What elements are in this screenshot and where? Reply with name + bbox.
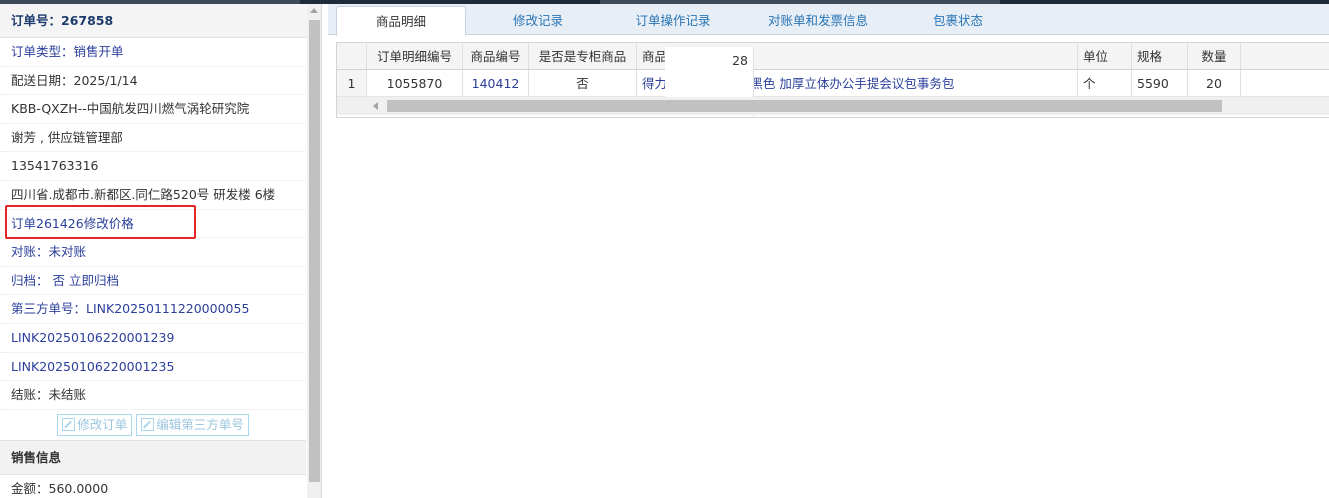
column-header-detail-id[interactable]: 订单明细编号: [367, 43, 463, 69]
horizontal-scrollbar-thumb[interactable]: [387, 100, 1222, 112]
settlement-status-field: 结账：未结账: [0, 381, 306, 410]
quantity-cell: 20: [1188, 70, 1241, 96]
table-row[interactable]: 1 1055870 140412 否 得力（deli） 5590黑色 加厚立体办…: [337, 47, 1329, 117]
tab-package-status[interactable]: 包裹状态: [903, 6, 1013, 36]
grid-horizontal-scrollbar[interactable]: [337, 97, 1329, 115]
third-party-number-3[interactable]: LINK20250106220001235: [0, 353, 306, 382]
column-header-product-id[interactable]: 商品编号: [463, 43, 529, 69]
order-type-field[interactable]: 订单类型：销售开单: [0, 38, 306, 67]
amount-field: 金额：560.0000: [0, 475, 306, 498]
order-info-panel: 订单号：267858 订单类型：销售开单 配送日期：2025/1/14 KBB-QX…: [0, 4, 322, 498]
tab-order-operation-log[interactable]: 订单操作记录: [613, 6, 733, 36]
grid-header: 订单明细编号 商品编号 是否是专柜商品 商品名称 单位 规格 数量 单价: [337, 43, 1329, 117]
edit-third-party-number-button[interactable]: 编辑第三方单号: [136, 413, 249, 436]
edit-third-party-label: 编辑第三方单号: [156, 416, 244, 432]
third-party-number-field[interactable]: 第三方单号：LINK20250111220000055: [0, 295, 306, 324]
scrollbar-thumb[interactable]: [309, 20, 320, 482]
edit-icon: [62, 418, 76, 432]
sales-info-section-title: 销售信息: [0, 440, 306, 475]
counter-product-cell: 否: [529, 70, 637, 96]
product-detail-grid: 订单明细编号 商品编号 是否是专柜商品 商品名称 单位 规格 数量 单价 1 1…: [336, 42, 1329, 118]
column-header-counter-product[interactable]: 是否是专柜商品: [529, 43, 637, 69]
scroll-left-arrow-icon[interactable]: [373, 102, 378, 110]
scroll-up-arrow-icon[interactable]: [310, 8, 318, 13]
left-panel-scrollbar[interactable]: [307, 4, 321, 498]
edit-icon: [141, 418, 155, 432]
modify-order-label: 修改订单: [77, 416, 128, 432]
column-header-quantity[interactable]: 数量: [1188, 43, 1241, 69]
detail-id-cell: 1055870: [367, 70, 463, 96]
tab-product-details[interactable]: 商品明细: [336, 6, 466, 36]
tab-statement-invoice[interactable]: 对账单和发票信息: [743, 6, 893, 36]
contact-person-field: 谢芳 , 供应链管理部: [0, 124, 306, 153]
third-party-number-2[interactable]: LINK20250106220001239: [0, 324, 306, 353]
order-action-buttons: 修改订单 编辑第三方单号: [0, 410, 306, 441]
product-id-link[interactable]: 140412: [463, 70, 529, 96]
modify-order-button[interactable]: 修改订单: [57, 413, 133, 436]
unit-cell: 个: [1078, 70, 1132, 96]
order-number-header: 订单号：267858: [0, 4, 321, 38]
archive-status-field[interactable]: 归档： 否 立即归档: [0, 267, 306, 296]
reconciliation-status-field[interactable]: 对账：未对账: [0, 238, 306, 267]
detail-tabs: 商品明细 修改记录 订单操作记录 对账单和发票信息 包裹状态: [328, 4, 1329, 36]
row-number: 1: [337, 70, 367, 96]
column-header-spec[interactable]: 规格: [1132, 43, 1188, 69]
column-header-row-number: [337, 43, 367, 69]
delivery-date-field: 配送日期：2025/1/14: [0, 67, 306, 96]
order-number: 订单号：267858: [11, 13, 114, 28]
highlight-annotation-box: [5, 205, 196, 239]
tab-modification-log[interactable]: 修改记录: [483, 6, 593, 36]
phone-field: 13541763316: [0, 152, 306, 181]
spec-cell: 5590: [1132, 70, 1188, 96]
order-detail-panel: 商品明细 修改记录 订单操作记录 对账单和发票信息 包裹状态 订单明细编号 商品…: [328, 4, 1329, 498]
column-header-unit[interactable]: 单位: [1078, 43, 1132, 69]
customer-org-field: KBB-QXZH--中国航发四川燃气涡轮研究院: [0, 95, 306, 124]
